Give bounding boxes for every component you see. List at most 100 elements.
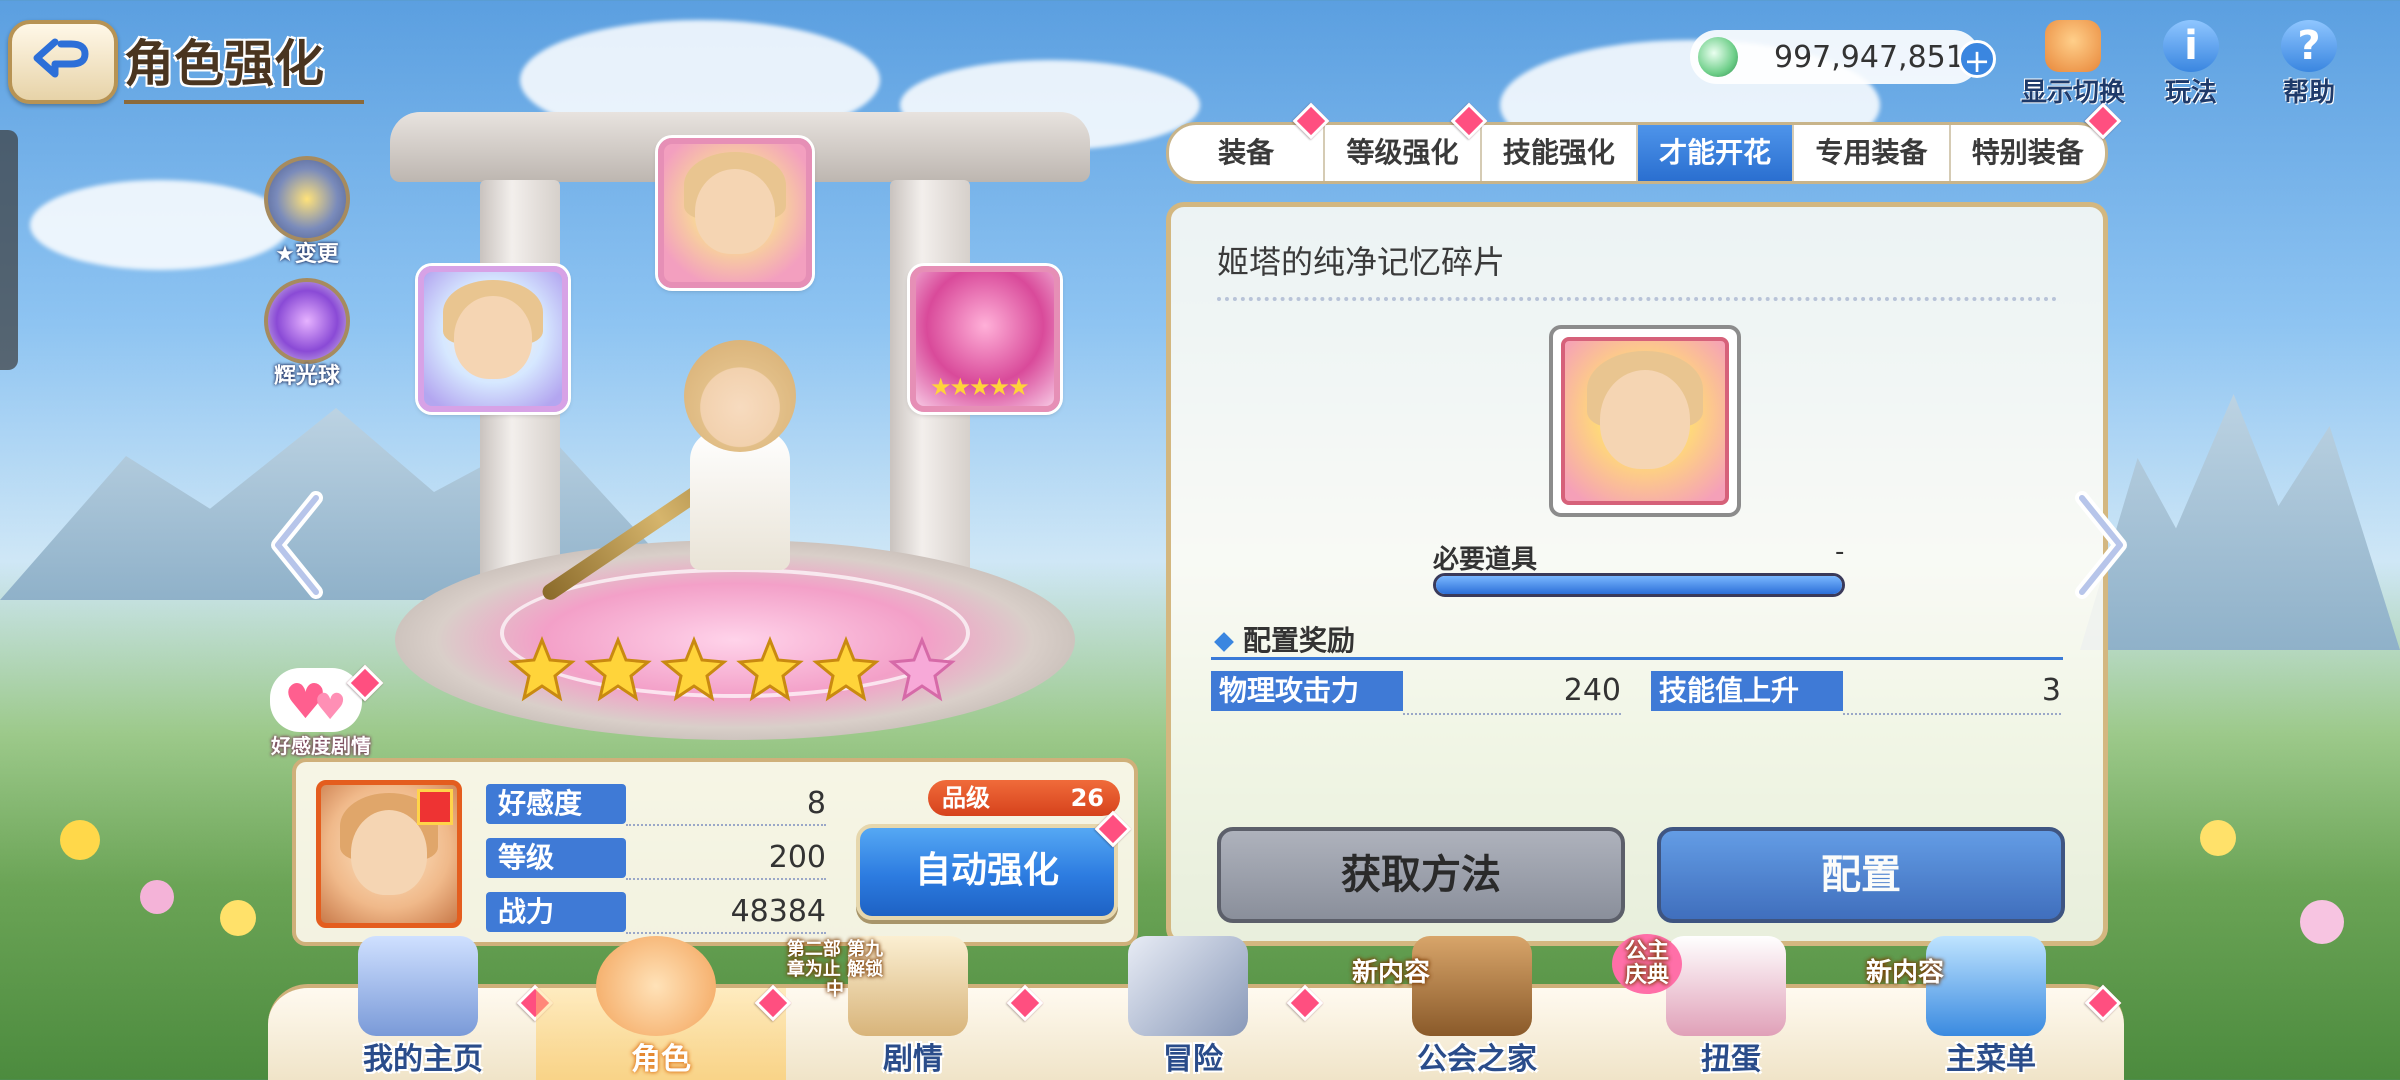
required-item-progress <box>1433 573 1845 597</box>
jewel-amount: 997,947,851 <box>1774 39 1965 75</box>
stat-divider <box>626 878 826 880</box>
back-arrow-icon <box>33 38 89 78</box>
nav-character[interactable]: 角色 <box>536 936 792 1080</box>
stat-value: 200 <box>768 840 826 875</box>
rank-badge: 品级 26 <box>928 780 1120 816</box>
new-content-badge: 新内容 <box>1866 958 1945 988</box>
next-character-arrow-icon[interactable] <box>2070 490 2130 600</box>
how-to-play-button[interactable]: i 玩法 <box>2136 20 2246 109</box>
side-drawer-handle[interactable] <box>0 130 18 370</box>
nav-home[interactable]: 我的主页 <box>298 936 554 1080</box>
avatar-face <box>350 809 428 896</box>
nav-label: 角色 <box>631 1042 691 1077</box>
jewel-icon <box>1698 37 1738 77</box>
equip-button[interactable]: 配置 <box>1657 827 2065 923</box>
tab-talent-bloom[interactable]: 才能开花 <box>1637 125 1795 181</box>
story-unlock-badge: 第二部 第九章为止 解锁中 <box>786 939 884 1000</box>
reward-divider <box>1211 657 2063 660</box>
rarity-star-icon <box>660 636 728 702</box>
character-info-box: 好感度 8 等级 200 战力 48384 品级 26 自动强化 <box>292 758 1138 946</box>
notification-badge-icon <box>1286 984 1324 1022</box>
stat-label: 战力 <box>486 892 626 932</box>
equip-slot-left[interactable] <box>418 266 568 412</box>
tab-skill-up[interactable]: 技能强化 <box>1482 125 1638 181</box>
equip-rank-stars: ★★★★★ <box>930 373 1030 401</box>
notification-badge-icon <box>2084 984 2122 1022</box>
heart-icon: ♥ <box>314 687 347 728</box>
reward-dotted-line <box>1403 713 1621 715</box>
nav-story[interactable]: 第二部 第九章为止 解锁中 剧情 <box>787 936 1044 1080</box>
reward-row-skill: 技能值上升 3 <box>1651 671 2061 715</box>
princess-fes-badge: 公主庆典 <box>1612 934 1682 994</box>
nav-label: 公会之家 <box>1417 1042 1537 1077</box>
stat-divider <box>626 824 826 826</box>
rarity-star-icon <box>584 636 652 702</box>
auto-enhance-button[interactable]: 自动强化 <box>856 824 1118 920</box>
tab-equipment[interactable]: 装备 <box>1169 125 1326 181</box>
obtain-method-button[interactable]: 获取方法 <box>1217 827 1625 923</box>
star-change-label: ★变更 <box>275 242 339 267</box>
character-switch-icon <box>2045 20 2101 72</box>
sword-flag-icon <box>1128 936 1248 1036</box>
reward-heading: 配置奖励 <box>1214 619 1356 659</box>
character-face-icon <box>596 936 716 1036</box>
jewel-counter: 997,947,851 + <box>1690 30 1996 84</box>
rank-label: 品级 <box>942 784 990 812</box>
cloud <box>30 180 290 270</box>
nav-guild-house[interactable]: 新内容 公会之家 <box>1352 936 1602 1080</box>
help-label: 帮助 <box>2282 78 2335 108</box>
display-toggle-button[interactable]: 显示切换 <box>2018 20 2128 109</box>
nav-main-menu[interactable]: 新内容 主菜单 <box>1866 936 2122 1080</box>
memory-piece-slot[interactable] <box>1549 325 1741 517</box>
affinity-story-button[interactable]: ♥ ♥ 好感度剧情 <box>256 664 384 758</box>
nav-gacha[interactable]: 公主庆典 扭蛋 <box>1606 934 1856 1080</box>
star-change-button[interactable]: ★变更 <box>260 156 354 268</box>
memory-piece-icon <box>1561 337 1729 505</box>
tab-special-equipment[interactable]: 特别装备 <box>1951 125 2105 181</box>
progress-fill <box>1436 576 1842 594</box>
portrait-face <box>454 296 532 380</box>
item-name: 姬塔的纯净记忆碎片 <box>1217 243 1506 281</box>
rarity-star-icon <box>812 636 880 702</box>
dotted-divider <box>1217 297 2057 301</box>
stat-label: 等级 <box>486 838 626 878</box>
reward-heading-text: 配置奖励 <box>1243 624 1356 657</box>
nav-label: 扭蛋 <box>1701 1042 1761 1077</box>
stat-divider <box>626 932 826 934</box>
equip-slot-top[interactable] <box>658 138 812 288</box>
nav-adventure[interactable]: 冒险 <box>1068 936 1324 1080</box>
reward-value: 3 <box>2041 673 2061 708</box>
affinity-story-label: 好感度剧情 <box>271 734 371 758</box>
stat-row-level: 等级 200 <box>486 836 826 880</box>
nav-label: 我的主页 <box>363 1042 483 1077</box>
glow-orb-label: 辉光球 <box>273 364 340 389</box>
flower <box>220 900 256 936</box>
stat-value: 48384 <box>730 894 826 929</box>
page-title: 角色强化 <box>124 24 364 104</box>
display-toggle-label: 显示切换 <box>2020 78 2125 108</box>
reward-row-atk: 物理攻击力 240 <box>1211 671 1621 715</box>
question-icon: ? <box>2281 20 2337 72</box>
help-button[interactable]: ? 帮助 <box>2254 20 2364 109</box>
gacha-machine-icon <box>1666 936 1786 1036</box>
back-button[interactable] <box>8 20 118 104</box>
star-change-icon <box>264 156 350 242</box>
previous-character-arrow-icon[interactable] <box>268 490 328 600</box>
nav-label: 剧情 <box>883 1042 943 1077</box>
character-avatar[interactable] <box>316 780 462 928</box>
tab-level-up[interactable]: 等级强化 <box>1325 125 1482 181</box>
reward-label: 物理攻击力 <box>1211 671 1403 711</box>
how-to-play-label: 玩法 <box>2164 78 2217 108</box>
diamond-bullet-icon <box>1214 632 1234 652</box>
glow-orb-icon <box>264 278 350 364</box>
flower <box>2300 900 2344 944</box>
equip-slot-right[interactable]: ★★★★★ <box>910 266 1060 412</box>
rank-value: 26 <box>1070 784 1104 812</box>
new-content-badge: 新内容 <box>1352 958 1431 988</box>
glow-orb-button[interactable]: 辉光球 <box>260 278 354 390</box>
stat-row-power: 战力 48384 <box>486 890 826 934</box>
add-jewels-button[interactable]: + <box>1958 40 1996 79</box>
rarity-star-icon <box>508 636 576 702</box>
tab-unique-equipment[interactable]: 专用装备 <box>1794 125 1951 181</box>
portrait-face <box>695 168 775 255</box>
